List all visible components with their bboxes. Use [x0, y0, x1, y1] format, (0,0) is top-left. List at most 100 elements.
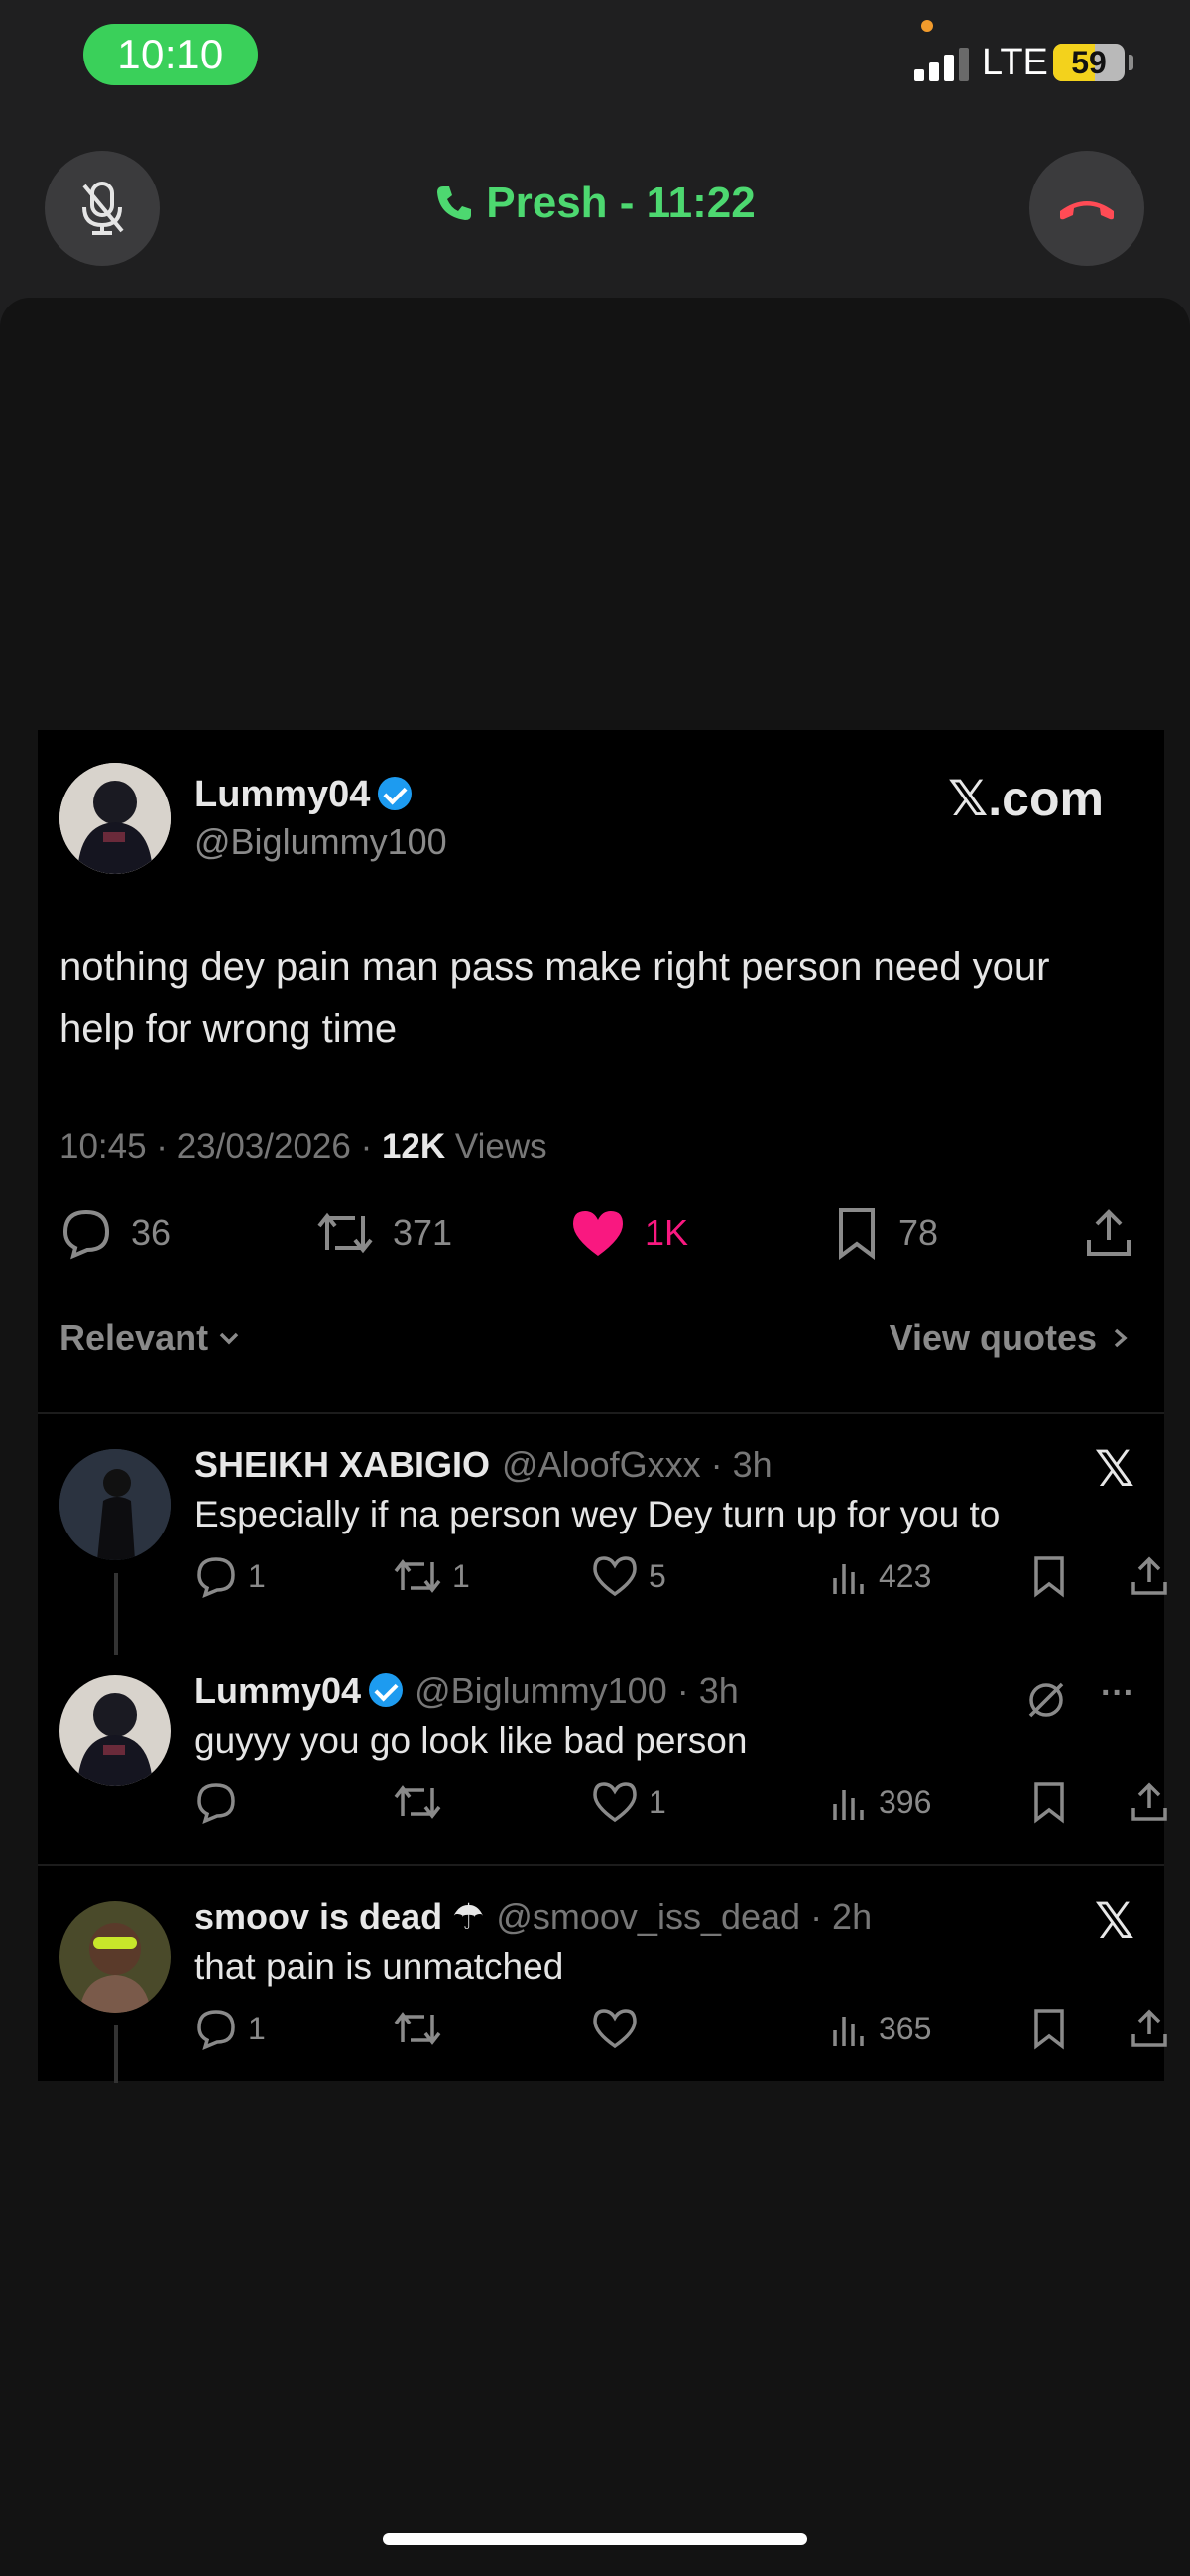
- bookmark-button[interactable]: 78: [833, 1206, 938, 1260]
- share-button[interactable]: [1129, 1554, 1170, 1598]
- reply-author: smoov is dead ☂ @smoov_iss_dead · 2h: [194, 1897, 872, 1938]
- grok-icon[interactable]: [1024, 1678, 1068, 1722]
- like-button[interactable]: 1: [591, 1780, 666, 1824]
- bookmark-button[interactable]: [1029, 1554, 1069, 1598]
- reply-count: 36: [131, 1212, 172, 1253]
- share-button[interactable]: [1129, 1780, 1170, 1824]
- more-options-icon[interactable]: ···: [1101, 1674, 1134, 1713]
- views-button[interactable]: 396: [829, 1780, 931, 1824]
- retweet-icon: [394, 2012, 441, 2045]
- reply-handle[interactable]: @Biglummy100 · 3h: [415, 1670, 739, 1711]
- reply-button[interactable]: 1: [194, 1554, 266, 1598]
- reply-button[interactable]: [194, 1780, 248, 1824]
- reply-avatar[interactable]: [60, 1449, 171, 1560]
- x-logo-icon: 𝕏: [1094, 1894, 1134, 1949]
- analytics-icon: [833, 1790, 864, 1820]
- like-button[interactable]: 1K: [569, 1206, 688, 1260]
- chevron-down-icon: [219, 1332, 239, 1345]
- reply-item[interactable]: Lummy04 @Biglummy100 · 3h ··· guyyy you g…: [38, 1649, 1167, 1867]
- bookmark-count: 78: [898, 1212, 939, 1253]
- author-name[interactable]: Lummy04: [194, 774, 413, 816]
- status-bar: 10:10 LTE 59: [0, 0, 1190, 119]
- retweet-count: 371: [393, 1212, 453, 1253]
- tweet-meta: 10:45 · 23/03/2026 · 12K Views: [60, 1127, 547, 1166]
- retweet-button[interactable]: [393, 2007, 452, 2050]
- bookmark-icon: [1034, 1556, 1064, 1598]
- reply-actions: 1 365: [194, 2007, 1167, 2056]
- bookmark-button[interactable]: [1029, 1780, 1069, 1824]
- reply-author-name[interactable]: Lummy04: [194, 1670, 361, 1711]
- avatar-image: [60, 1675, 171, 1786]
- reply-avatar[interactable]: [60, 1901, 171, 2013]
- retweet-icon: [394, 1559, 441, 1593]
- reply-author-name[interactable]: smoov is dead ☂: [194, 1897, 484, 1937]
- sort-replies-dropdown[interactable]: Relevant: [60, 1317, 244, 1359]
- battery-tip: [1129, 55, 1133, 70]
- share-icon: [1131, 1556, 1167, 1595]
- status-time[interactable]: 10:10: [83, 24, 258, 85]
- share-icon: [1087, 1209, 1130, 1256]
- author-avatar[interactable]: [60, 763, 171, 874]
- reply-button[interactable]: 36: [60, 1206, 171, 1260]
- cellular-signal-icon: [914, 46, 970, 81]
- bookmark-icon: [1034, 1782, 1064, 1824]
- reply-handle[interactable]: @AloofGxxx · 3h: [502, 1444, 773, 1485]
- like-button[interactable]: [591, 2007, 649, 2050]
- like-button[interactable]: 5: [591, 1554, 666, 1598]
- retweet-button[interactable]: [393, 1780, 452, 1824]
- section-divider: [38, 1412, 1164, 1414]
- view-quotes-label: View quotes: [889, 1317, 1097, 1358]
- reply-text: that pain is unmatched: [194, 1946, 564, 1987]
- reply-icon: [62, 1209, 110, 1260]
- reply-actions: 1 396: [194, 1780, 1167, 1830]
- author-handle[interactable]: @Biglummy100: [194, 821, 447, 863]
- reply-icon: [197, 2010, 235, 2050]
- reply-text: Especially if na person wey Dey turn up …: [194, 1494, 1001, 1534]
- share-button[interactable]: [1083, 1206, 1134, 1260]
- reply-author: Lummy04 @Biglummy100 · 3h: [194, 1670, 739, 1712]
- views-button[interactable]: 365: [829, 2007, 931, 2050]
- retweet-icon: [317, 1212, 373, 1254]
- view-quotes-link[interactable]: View quotes: [890, 1317, 1130, 1359]
- tweet-actions: 36 371 1K 78: [60, 1206, 1150, 1266]
- retweet-button[interactable]: 1: [393, 1554, 470, 1598]
- tweet-timestamp[interactable]: 10:45 · 23/03/2026 ·: [60, 1127, 382, 1165]
- reply-button[interactable]: 1: [194, 2007, 266, 2050]
- avatar-image: [60, 1449, 171, 1560]
- phone-hangup-icon: [1060, 201, 1114, 220]
- share-icon: [1131, 1782, 1167, 1821]
- heart-icon: [593, 1782, 637, 1823]
- end-call-button[interactable]: [1029, 151, 1144, 266]
- reply-author: SHEIKH XABIGIO @AloofGxxx · 3h: [194, 1444, 773, 1486]
- bookmark-icon: [839, 1208, 875, 1260]
- share-button[interactable]: [1129, 2007, 1170, 2050]
- views-count: 396: [879, 1783, 932, 1820]
- views-button[interactable]: 423: [829, 1554, 931, 1598]
- home-indicator[interactable]: [383, 2533, 807, 2545]
- reply-avatar[interactable]: [60, 1675, 171, 1786]
- views-count: 12K: [381, 1127, 446, 1165]
- heart-icon: [593, 1556, 637, 1597]
- heart-icon: [593, 2009, 637, 2049]
- heart-filled-icon: [573, 1211, 623, 1256]
- analytics-icon: [833, 2017, 864, 2046]
- views-count: 365: [879, 2010, 932, 2046]
- reply-item[interactable]: smoov is dead ☂ @smoov_iss_dead · 2h 𝕏 th…: [38, 1875, 1167, 2093]
- avatar-image: [60, 763, 171, 874]
- retweet-button[interactable]: 371: [315, 1206, 452, 1260]
- bookmark-button[interactable]: [1029, 2007, 1069, 2050]
- chevron-right-icon: [1114, 1328, 1128, 1348]
- author-name-text: Lummy04: [194, 774, 371, 815]
- x-source-label: 𝕏.com: [948, 771, 1104, 826]
- battery-level: 59: [1071, 45, 1107, 80]
- thread-line: [114, 2025, 118, 2083]
- reply-handle[interactable]: @smoov_iss_dead · 2h: [496, 1897, 872, 1937]
- reply-item[interactable]: SHEIKH XABIGIO @AloofGxxx · 3h 𝕏 Especial…: [38, 1422, 1167, 1655]
- analytics-icon: [833, 1564, 864, 1594]
- call-title[interactable]: Presh - 11:22: [0, 179, 1190, 228]
- bookmark-icon: [1034, 2009, 1064, 2050]
- verified-badge-icon: [369, 1673, 404, 1707]
- reply-author-name[interactable]: SHEIKH XABIGIO: [194, 1444, 490, 1485]
- reply-count: 1: [248, 2010, 266, 2046]
- like-count: 1K: [645, 1212, 689, 1253]
